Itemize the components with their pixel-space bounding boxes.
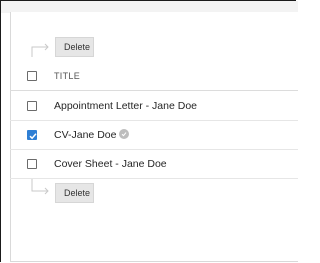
table-row: CV-Jane Doe xyxy=(10,121,298,150)
row-checkbox[interactable] xyxy=(27,159,37,169)
bulk-action-arrow-down-icon xyxy=(31,179,49,195)
row-checkbox[interactable] xyxy=(27,101,37,111)
file-title-link[interactable]: Cover Sheet - Jane Doe xyxy=(54,158,167,170)
file-title-link[interactable]: CV-Jane Doe xyxy=(54,129,130,141)
select-all-checkbox[interactable] xyxy=(27,71,37,81)
row-checkbox-checked[interactable] xyxy=(27,130,37,140)
delete-button-bottom[interactable]: Delete xyxy=(55,183,94,203)
table-header: TITLE xyxy=(10,62,298,91)
table-row: Appointment Letter - Jane Doe xyxy=(10,92,298,121)
delete-button-top[interactable]: Delete xyxy=(55,37,94,57)
bulk-action-arrow-up-icon xyxy=(31,43,49,57)
status-check-icon xyxy=(119,129,130,139)
file-title-link[interactable]: Appointment Letter - Jane Doe xyxy=(54,100,197,112)
title-column-header[interactable]: TITLE xyxy=(54,71,80,81)
checkmark-icon xyxy=(29,133,37,140)
file-title-text: CV-Jane Doe xyxy=(54,129,117,141)
table-row: Cover Sheet - Jane Doe xyxy=(10,150,298,179)
